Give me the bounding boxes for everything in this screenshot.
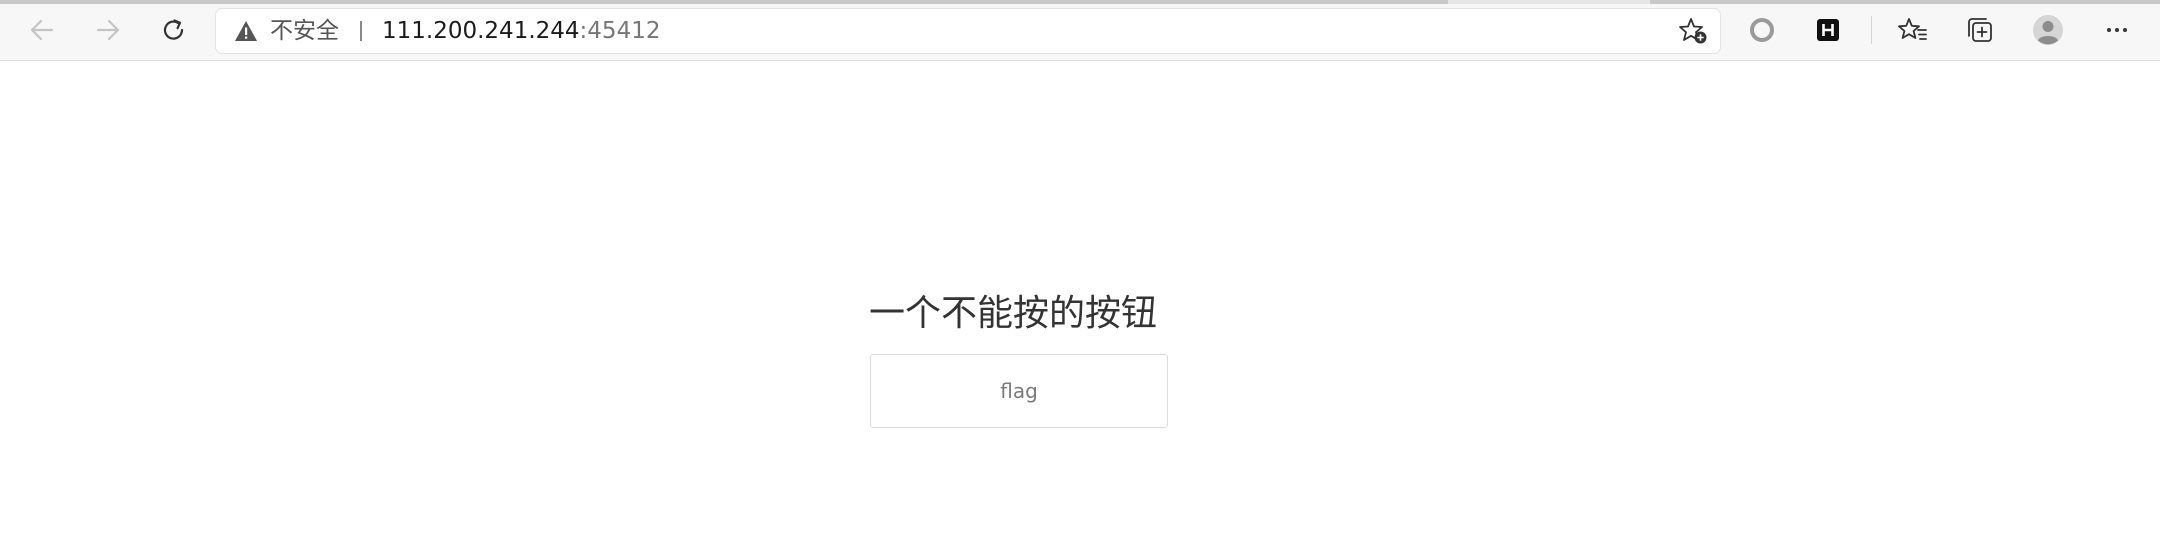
tab-strip (0, 0, 2160, 4)
more-menu-button[interactable] (2101, 14, 2133, 46)
favorites-list-icon (1898, 18, 1927, 40)
url-host: 111.200.241.244 (382, 18, 580, 44)
address-divider (360, 21, 362, 41)
circle-extension-icon (1750, 18, 1774, 42)
forward-button[interactable] (92, 14, 124, 46)
refresh-icon (163, 19, 184, 40)
tab-strip-segment (1650, 0, 2160, 4)
profile-avatar-icon (2033, 15, 2063, 45)
add-favorite-icon[interactable] (1678, 17, 1708, 45)
url-text[interactable]: 111.200.241.244:45412 (382, 18, 660, 44)
refresh-button[interactable] (158, 14, 190, 46)
warning-triangle-icon[interactable] (234, 20, 258, 42)
extension-button-h[interactable] (1812, 14, 1844, 46)
flag-button[interactable]: flag (870, 354, 1168, 428)
favorites-button[interactable] (1897, 14, 1929, 46)
collections-icon (1968, 18, 1992, 42)
page-heading: 一个不能按的按钮 (869, 293, 1158, 334)
toolbar-separator (1871, 16, 1872, 44)
url-port: :45412 (579, 18, 661, 44)
profile-button[interactable] (2032, 14, 2064, 46)
insecure-label[interactable]: 不安全 (270, 18, 339, 44)
extension-button-circle[interactable] (1746, 14, 1778, 46)
browser-toolbar: 不安全 111.200.241.244:45412 (0, 0, 2160, 61)
tab-strip-segment (0, 0, 1448, 4)
arrow-right-icon (96, 19, 120, 41)
back-button[interactable] (26, 14, 58, 46)
collections-button[interactable] (1964, 14, 1996, 46)
address-bar[interactable]: 不安全 111.200.241.244:45412 (216, 9, 1720, 53)
more-menu-icon (2107, 28, 2127, 32)
h-extension-icon (1817, 19, 1839, 41)
arrow-left-icon (30, 19, 54, 41)
